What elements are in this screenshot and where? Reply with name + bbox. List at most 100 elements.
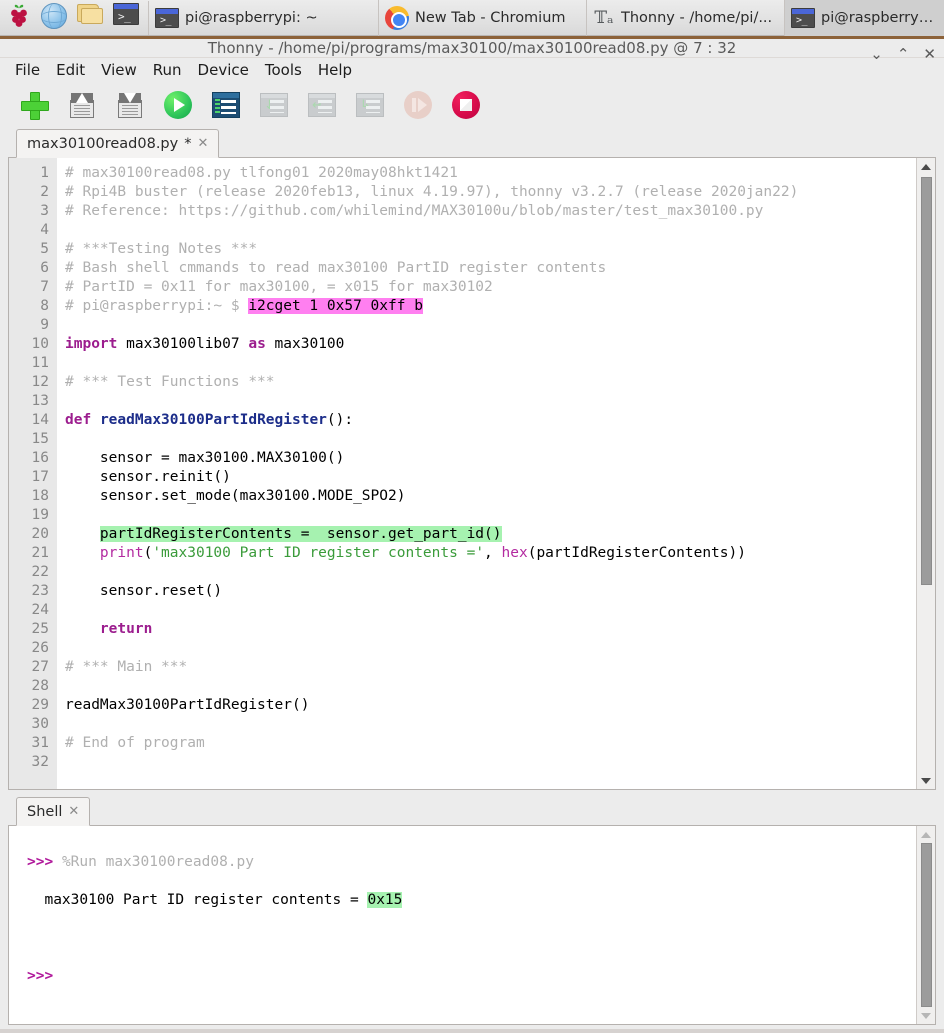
taskbar-task-label: pi@raspberrypi: ~ [185, 9, 318, 26]
code-line: return [99, 621, 153, 637]
line-number: 5 [40, 241, 49, 257]
line-number: 21 [31, 545, 49, 561]
load-file-button[interactable] [58, 82, 106, 128]
taskbar: >_ >_ pi@raspberrypi: ~ New Tab - Chromi… [0, 0, 944, 36]
save-file-button[interactable] [106, 82, 154, 128]
minimize-icon[interactable]: ⌄ [870, 47, 883, 62]
code-line: # pi@raspberrypi:~ $ i2cget 1 0x57 0xff … [65, 298, 423, 314]
code-line: # max30100read08.py tlfong01 2020may08hk… [65, 165, 458, 181]
line-number: 17 [31, 469, 49, 485]
thonny-icon: 𝕋ₐ [594, 7, 614, 28]
line-number: 15 [31, 431, 49, 447]
line-number: 31 [31, 735, 49, 751]
code-line: # PartID = 0x11 for max30100, = x015 for… [65, 279, 493, 295]
line-number: 19 [31, 507, 49, 523]
menu-item-help[interactable]: Help [311, 58, 359, 82]
scroll-down-arrow-icon[interactable] [917, 772, 936, 789]
line-number: 18 [31, 488, 49, 504]
code-line: sensor.set_mode(max30100.MODE_SPO2) [65, 488, 406, 504]
taskbar-task-label: New Tab - Chromium [415, 9, 566, 26]
editor-tab-close-icon[interactable]: ✕ [197, 136, 208, 151]
new-file-button[interactable] [10, 82, 58, 128]
folder-icon[interactable] [77, 3, 107, 33]
shell-scroll-track[interactable] [917, 843, 936, 1007]
line-number: 25 [31, 621, 49, 637]
code-line: # Reference: https://github.com/whilemin… [65, 203, 764, 219]
taskbar-task-chromium[interactable]: New Tab - Chromium [379, 0, 587, 36]
debug-button[interactable] [202, 82, 250, 128]
menu-item-file[interactable]: File [8, 58, 47, 82]
line-number: 28 [31, 678, 49, 694]
code-editor[interactable]: 1 2 3 4 5 6 7 8 9 10 11 12 13 14 15 16 17 18 19 20 21 22 23 24 2… [8, 158, 936, 790]
line-number: 24 [31, 602, 49, 618]
menu-item-edit[interactable]: Edit [49, 58, 92, 82]
line-number: 20 [31, 526, 49, 542]
shell-tab[interactable]: Shell ✕ [16, 797, 91, 826]
editor-tab-label: max30100read08.py [27, 135, 179, 152]
code-line: # Rpi4B buster (release 2020feb13, linux… [65, 184, 799, 200]
shell-console[interactable]: >>> %Run max30100read08.py max30100 Part… [8, 826, 936, 1025]
thonny-window: Thonny - /home/pi/programs/max30100/max3… [0, 36, 944, 1029]
taskbar-task-label: pi@raspberrypi: ~ [821, 9, 938, 26]
step-out-icon: ↳ [356, 93, 384, 117]
globe-icon[interactable] [41, 2, 71, 33]
code-highlight: partIdRegisterContents = sensor.get_part… [99, 526, 502, 542]
code-line: # *** Main *** [65, 659, 188, 675]
editor-code-text[interactable]: # max30100read08.py tlfong01 2020may08hk… [57, 158, 935, 789]
step-into-button: ↵ [298, 82, 346, 128]
taskbar-task-terminal-1[interactable]: >_ pi@raspberrypi: ~ [149, 0, 379, 36]
line-number: 6 [40, 260, 49, 276]
menu-item-run[interactable]: Run [146, 58, 189, 82]
line-number: 3 [40, 203, 49, 219]
chromium-icon [385, 5, 409, 30]
menu-item-tools[interactable]: Tools [258, 58, 309, 82]
terminal-icon[interactable]: >_ [113, 2, 143, 33]
editor-tab-max30100read08[interactable]: max30100read08.py * ✕ [16, 129, 220, 158]
editor-vertical-scrollbar[interactable] [916, 158, 935, 789]
stop-button[interactable] [442, 82, 490, 128]
taskbar-task-terminal-2[interactable]: >_ pi@raspberrypi: ~ [785, 0, 944, 36]
line-number: 27 [31, 659, 49, 675]
code-highlight: i2cget 1 0x57 0xff b [248, 298, 423, 314]
line-number: 1 [40, 165, 49, 181]
shell-scroll-thumb[interactable] [920, 843, 932, 1007]
shell-output-value: 0x15 [367, 892, 403, 908]
shell-prompt: >>> [27, 854, 54, 870]
shell-scroll-down-arrow-icon[interactable] [917, 1007, 936, 1024]
step-into-icon: ↵ [308, 93, 336, 117]
window-title: Thonny - /home/pi/programs/max30100/max3… [207, 39, 737, 57]
editor-scroll-thumb[interactable] [920, 177, 932, 585]
step-over-icon: ↓ [260, 93, 288, 117]
menu-item-device[interactable]: Device [191, 58, 256, 82]
line-number: 8 [40, 298, 49, 314]
line-number: 29 [31, 697, 49, 713]
run-button[interactable] [154, 82, 202, 128]
shell-output[interactable]: >>> %Run max30100read08.py max30100 Part… [9, 826, 935, 1024]
shell-tab-close-icon[interactable]: ✕ [68, 804, 79, 819]
close-icon[interactable]: ✕ [923, 47, 936, 62]
line-number: 13 [31, 393, 49, 409]
editor-tab-modified-marker: * [184, 135, 192, 152]
step-out-button: ↳ [346, 82, 394, 128]
editor-tabstrip: max30100read08.py * ✕ [8, 128, 936, 158]
code-line: # End of program [65, 735, 205, 751]
shell-scroll-up-arrow-icon[interactable] [917, 826, 936, 843]
menu-item-view[interactable]: View [94, 58, 144, 82]
editor-scroll-track[interactable] [917, 175, 936, 772]
scroll-up-arrow-icon[interactable] [917, 158, 936, 175]
window-titlebar[interactable]: Thonny - /home/pi/programs/max30100/max3… [0, 39, 944, 62]
shell-vertical-scrollbar[interactable] [916, 826, 935, 1024]
maximize-icon[interactable]: ⌃ [897, 47, 910, 62]
taskbar-task-thonny[interactable]: 𝕋ₐ Thonny - /home/pi/... [587, 0, 785, 36]
shell-trailing-prompt: >>> [27, 968, 54, 984]
taskbar-launchers: >_ [0, 0, 148, 36]
raspberry-pi-icon[interactable] [5, 3, 35, 33]
